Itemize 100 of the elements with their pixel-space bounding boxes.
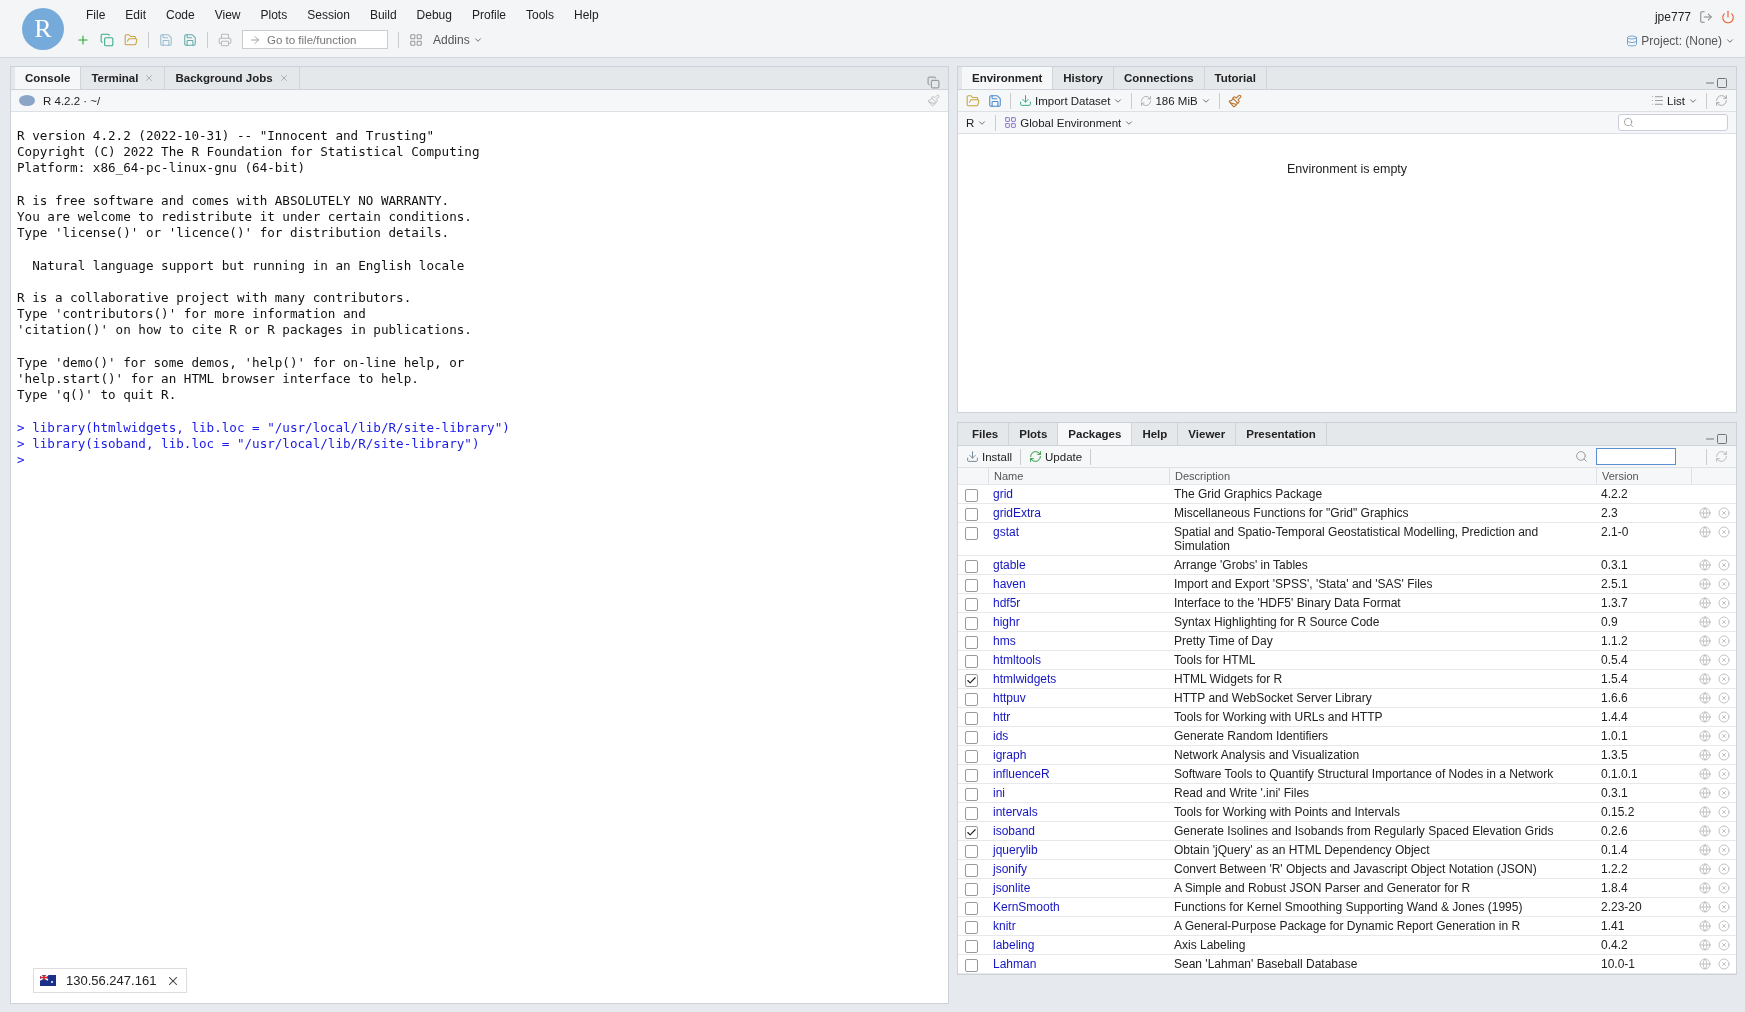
remove-icon[interactable] (1718, 958, 1730, 970)
package-checkbox[interactable] (965, 674, 978, 687)
remove-icon[interactable] (1718, 654, 1730, 666)
menu-item[interactable]: Profile (461, 8, 516, 22)
menu-item[interactable]: Build (359, 8, 407, 22)
globe-icon[interactable] (1699, 692, 1711, 704)
package-name[interactable]: gstat (988, 523, 1169, 541)
remove-icon[interactable] (1718, 844, 1730, 856)
remove-icon[interactable] (1718, 507, 1730, 519)
globe-icon[interactable] (1699, 749, 1711, 761)
package-name[interactable]: Lahman (988, 955, 1169, 973)
remove-icon[interactable] (1718, 749, 1730, 761)
remove-icon[interactable] (1718, 597, 1730, 609)
environment-menu[interactable]: Global Environment (1004, 116, 1135, 129)
package-checkbox[interactable] (965, 712, 978, 725)
globe-icon[interactable] (1699, 920, 1711, 932)
column-header[interactable]: Name (988, 468, 1169, 484)
menu-item[interactable]: Debug (406, 8, 462, 22)
menu-item[interactable]: Code (156, 8, 205, 22)
restore-pane-icon[interactable] (927, 76, 940, 89)
remove-icon[interactable] (1718, 787, 1730, 799)
package-name[interactable]: labeling (988, 936, 1169, 954)
menu-item[interactable]: Tools (516, 8, 564, 22)
print-icon[interactable] (218, 32, 232, 47)
pane-tab[interactable]: Environment (962, 67, 1054, 89)
menu-item[interactable]: File (76, 8, 116, 22)
package-checkbox[interactable] (965, 579, 978, 592)
package-checkbox[interactable] (965, 598, 978, 611)
remove-icon[interactable] (1718, 825, 1730, 837)
globe-icon[interactable] (1699, 939, 1711, 951)
save-icon[interactable] (159, 32, 173, 47)
package-checkbox[interactable] (965, 636, 978, 649)
save-icon[interactable] (988, 93, 1002, 108)
project-menu[interactable]: Project: (None) (1626, 33, 1735, 48)
package-checkbox[interactable] (965, 807, 978, 820)
remove-icon[interactable] (1718, 635, 1730, 647)
package-checkbox[interactable] (965, 617, 978, 630)
addins-menu[interactable]: Addins (433, 32, 483, 47)
search-icon[interactable] (1575, 450, 1588, 463)
package-name[interactable]: jsonify (988, 860, 1169, 878)
remove-icon[interactable] (1718, 711, 1730, 723)
package-checkbox[interactable] (965, 769, 978, 782)
package-name[interactable]: gridExtra (988, 504, 1169, 522)
package-checkbox[interactable] (965, 508, 978, 521)
remove-icon[interactable] (1718, 526, 1730, 538)
refresh-icon[interactable] (1715, 450, 1728, 463)
import-dataset-button[interactable]: Import Dataset (1019, 94, 1124, 107)
go-to-field[interactable]: Go to file/function (242, 30, 388, 49)
package-checkbox[interactable] (965, 826, 978, 839)
language-menu[interactable]: R (966, 116, 988, 129)
package-name[interactable]: influenceR (988, 765, 1169, 783)
globe-icon[interactable] (1699, 768, 1711, 780)
globe-icon[interactable] (1699, 901, 1711, 913)
maximize-icon[interactable] (1716, 433, 1728, 445)
package-checkbox[interactable] (965, 883, 978, 896)
remove-icon[interactable] (1718, 806, 1730, 818)
package-name[interactable]: ids (988, 727, 1169, 745)
remove-icon[interactable] (1718, 559, 1730, 571)
remove-icon[interactable] (1718, 673, 1730, 685)
package-name[interactable]: httpuv (988, 689, 1169, 707)
globe-icon[interactable] (1699, 507, 1711, 519)
search-field[interactable] (1618, 114, 1728, 131)
package-checkbox[interactable] (965, 489, 978, 502)
package-name[interactable]: httr (988, 708, 1169, 726)
package-checkbox[interactable] (965, 788, 978, 801)
package-name[interactable]: knitr (988, 917, 1169, 935)
globe-icon[interactable] (1699, 958, 1711, 970)
globe-icon[interactable] (1699, 863, 1711, 875)
package-name[interactable]: jquerylib (988, 841, 1169, 859)
globe-icon[interactable] (1699, 559, 1711, 571)
package-checkbox[interactable] (965, 527, 978, 540)
package-checkbox[interactable] (965, 940, 978, 953)
globe-icon[interactable] (1699, 711, 1711, 723)
new-file-icon[interactable] (76, 32, 90, 47)
power-icon[interactable] (1721, 9, 1735, 24)
remove-icon[interactable] (1718, 939, 1730, 951)
view-mode-menu[interactable]: List (1651, 94, 1698, 107)
refresh-icon[interactable] (1715, 94, 1728, 107)
package-name[interactable]: intervals (988, 803, 1169, 821)
globe-icon[interactable] (1699, 844, 1711, 856)
globe-icon[interactable] (1699, 654, 1711, 666)
package-name[interactable]: haven (988, 575, 1169, 593)
globe-icon[interactable] (1699, 806, 1711, 818)
remove-icon[interactable] (1718, 920, 1730, 932)
remove-icon[interactable] (1718, 863, 1730, 875)
remove-icon[interactable] (1718, 730, 1730, 742)
menu-item[interactable]: View (204, 8, 251, 22)
sign-out-icon[interactable] (1699, 9, 1713, 24)
update-button[interactable]: Update (1029, 450, 1083, 463)
globe-icon[interactable] (1699, 825, 1711, 837)
package-name[interactable]: isoband (988, 822, 1169, 840)
package-checkbox[interactable] (965, 902, 978, 915)
package-checkbox[interactable] (965, 921, 978, 934)
open-icon[interactable] (966, 93, 980, 108)
package-name[interactable]: KernSmooth (988, 898, 1169, 916)
broom-icon[interactable] (1227, 93, 1242, 108)
pane-tab[interactable]: Packages (1058, 423, 1133, 445)
globe-icon[interactable] (1699, 635, 1711, 647)
package-checkbox[interactable] (965, 655, 978, 668)
memory-usage-button[interactable]: 186 MiB (1140, 94, 1211, 107)
